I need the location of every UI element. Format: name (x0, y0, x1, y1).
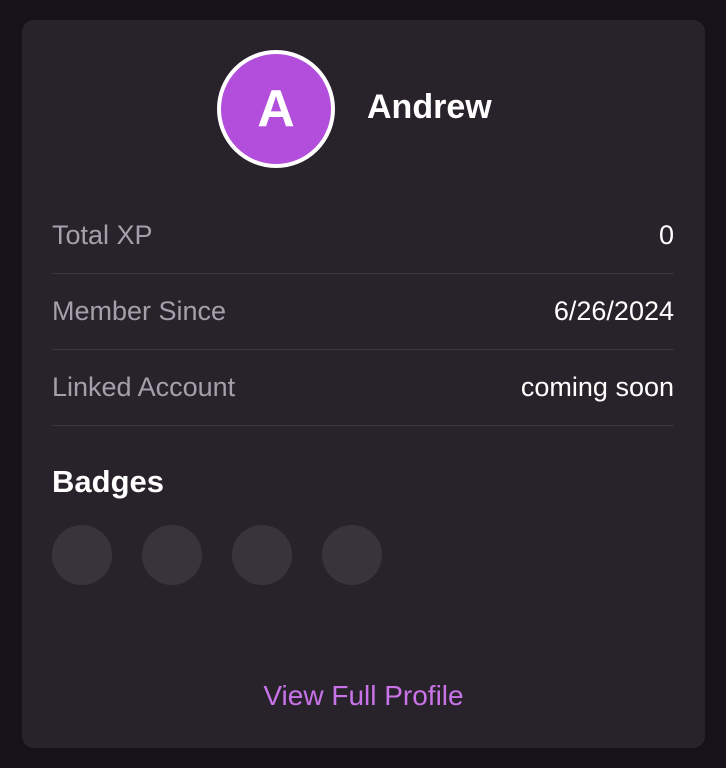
badge-placeholder (142, 525, 202, 585)
stat-value: 0 (658, 220, 674, 250)
stat-row-member-since: Member Since 6/26/2024 (52, 274, 674, 350)
badge-placeholder (322, 525, 382, 585)
stat-label: Linked Account (52, 372, 236, 402)
badges-title: Badges (52, 464, 164, 499)
stat-value: 6/26/2024 (553, 296, 674, 326)
stat-value: coming soon (520, 372, 674, 402)
stat-label: Total XP (52, 220, 153, 250)
profile-header: A Andrew (22, 48, 705, 172)
view-full-profile-link[interactable]: View Full Profile (22, 680, 705, 712)
badge-placeholder (232, 525, 292, 585)
avatar: A (217, 50, 335, 168)
stat-label: Member Since (52, 296, 227, 326)
stats-list: Total XP 0 Member Since 6/26/2024 Linked… (52, 198, 674, 426)
badge-placeholder (52, 525, 112, 585)
badges-row (52, 525, 382, 585)
avatar-initial: A (257, 80, 295, 138)
username: Andrew (367, 88, 492, 126)
profile-card: A Andrew Total XP 0 Member Since 6/26/20… (22, 20, 705, 748)
stat-row-linked-account: Linked Account coming soon (52, 350, 674, 426)
stat-row-total-xp: Total XP 0 (52, 198, 674, 274)
